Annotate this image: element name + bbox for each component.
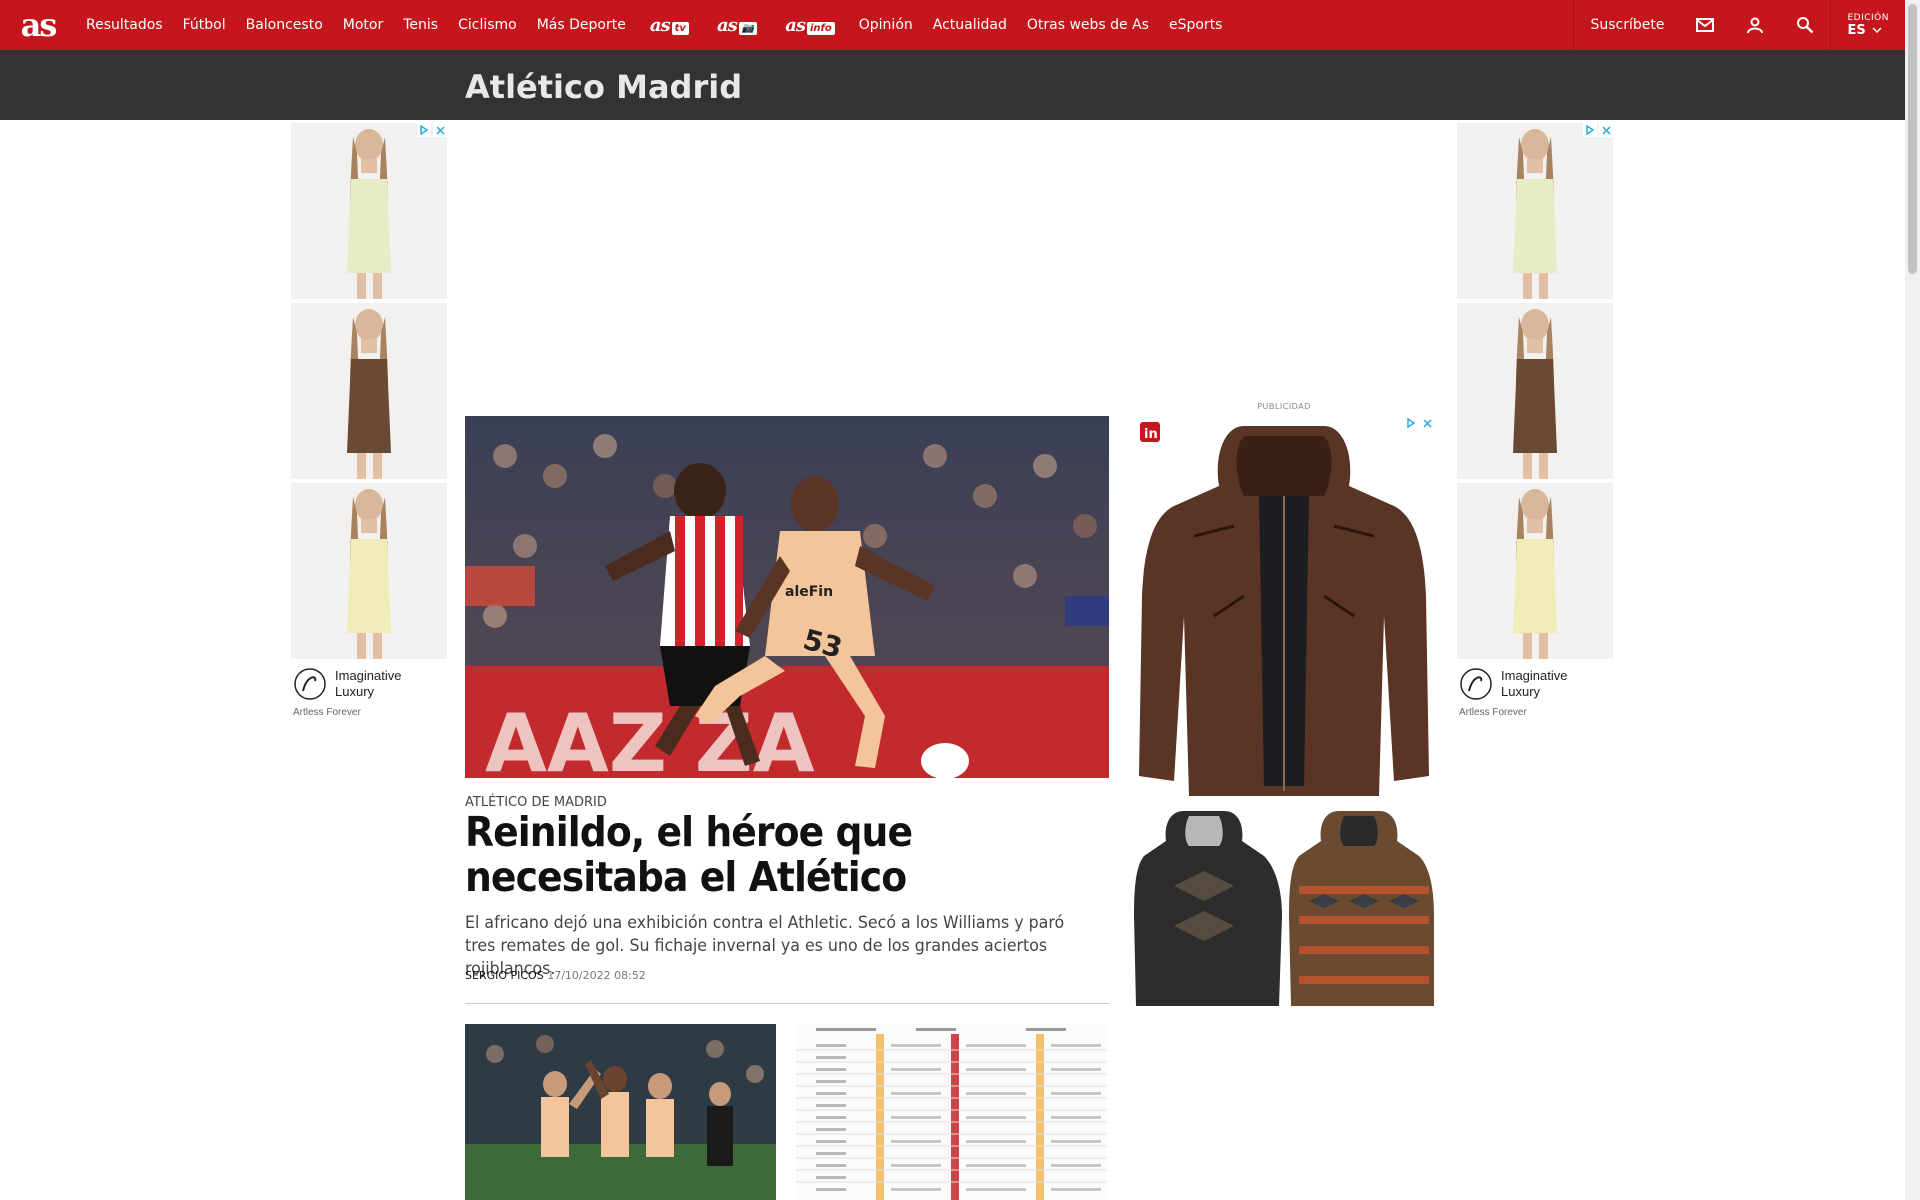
- svg-text:in: in: [1144, 427, 1158, 442]
- chevron-down-icon: [1872, 27, 1882, 33]
- ad-brand-name-line1: Imaginative: [335, 668, 402, 683]
- article-time: 08:52: [614, 969, 646, 982]
- top-navigation-bar: as Resultados Fútbol Baloncesto Motor Te…: [0, 0, 1905, 50]
- nav-item-ciclismo[interactable]: Ciclismo: [448, 17, 527, 33]
- nav-item-as-photo[interactable]: as 📷: [703, 15, 771, 36]
- nav-item-motor[interactable]: Motor: [333, 17, 393, 33]
- ad-brand[interactable]: Imaginative Luxury: [291, 663, 447, 701]
- nav-menu: Resultados Fútbol Baloncesto Motor Tenis…: [76, 0, 1232, 50]
- ad-dress-photo-1[interactable]: [1457, 123, 1613, 299]
- nav-item-actualidad[interactable]: Actualidad: [923, 17, 1017, 33]
- nav-item-esports[interactable]: eSports: [1159, 17, 1233, 33]
- ad-brand-name: Imaginative Luxury: [1501, 668, 1567, 700]
- close-icon[interactable]: [1599, 123, 1613, 137]
- ad-brand[interactable]: Imaginative Luxury: [1457, 663, 1613, 701]
- nav-item-resultados[interactable]: Resultados: [76, 17, 173, 33]
- as-logo[interactable]: as: [0, 0, 76, 50]
- nav-item-baloncesto[interactable]: Baloncesto: [236, 17, 333, 33]
- article-headline[interactable]: Reinildo, el héroe que necesitaba el Atl…: [465, 810, 1063, 900]
- nav-item-as-tv[interactable]: as tv: [636, 15, 703, 36]
- subscribe-button[interactable]: Suscríbete: [1573, 0, 1680, 50]
- ad-brand-name-line2: Luxury: [335, 684, 375, 699]
- close-icon[interactable]: [1420, 416, 1434, 430]
- left-side-ad[interactable]: Imaginative Luxury Artless Forever: [291, 123, 447, 723]
- related-article-photo-1[interactable]: [465, 1024, 776, 1200]
- page-scrollbar[interactable]: [1905, 0, 1920, 1200]
- ad-dress-photo-1[interactable]: [291, 123, 447, 299]
- ad-label: PUBLICIDAD: [1257, 402, 1311, 411]
- ad-dress-photo-3[interactable]: [291, 483, 447, 659]
- ad-badges: [1583, 123, 1613, 137]
- article-date: 17/10/2022: [547, 969, 611, 982]
- nav-item-as-info[interactable]: as info: [771, 15, 849, 36]
- nav-item-tenis[interactable]: Tenis: [393, 17, 448, 33]
- svg-text:aleFin: aleFin: [785, 584, 833, 600]
- article-author[interactable]: SERGIO PICOS: [465, 969, 544, 982]
- as-tv-tag: tv: [671, 21, 689, 35]
- nav-item-futbol[interactable]: Fútbol: [173, 17, 236, 33]
- brand-logo-icon: [294, 668, 326, 700]
- ad-subtitle: Artless Forever: [293, 707, 361, 718]
- as-tv-logo-text: as: [649, 14, 671, 36]
- camera-icon: 📷: [738, 21, 758, 35]
- ad-dress-photo-2[interactable]: [291, 303, 447, 479]
- adchoices-icon[interactable]: [417, 123, 431, 137]
- nav-right-controls: Suscríbete EDICIÓN ES: [1573, 0, 1905, 50]
- article-divider: [465, 1003, 1109, 1004]
- scrollbar-thumb[interactable]: [1908, 4, 1917, 274]
- right-side-ad[interactable]: Imaginative Luxury Artless Forever: [1457, 123, 1613, 723]
- nav-item-mas-deporte[interactable]: Más Deporte: [527, 17, 636, 33]
- nav-item-otras-webs[interactable]: Otras webs de As: [1017, 17, 1159, 33]
- section-header-bar: Atlético Madrid: [0, 50, 1905, 120]
- ad-dress-photo-2[interactable]: [1457, 303, 1613, 479]
- ad-brand-name: Imaginative Luxury: [335, 668, 401, 700]
- article-hero-photo[interactable]: AAZ ZA aleFin 53: [465, 416, 1109, 778]
- edition-label: EDICIÓN: [1847, 12, 1889, 23]
- as-info-logo-text: as: [785, 14, 806, 36]
- ad-dress-photo-3[interactable]: [1457, 483, 1613, 659]
- svg-text:AAZ ZA: AAZ ZA: [485, 697, 815, 778]
- close-icon[interactable]: [433, 123, 447, 137]
- brand-logo-icon: [1460, 668, 1492, 700]
- ad-brand-name-line1: Imaginative: [1501, 668, 1568, 683]
- search-icon[interactable]: [1780, 0, 1830, 50]
- edition-value: ES: [1847, 23, 1889, 38]
- edition-selector[interactable]: EDICIÓN ES: [1830, 0, 1905, 50]
- edition-code: ES: [1847, 22, 1866, 38]
- adchoices-icon[interactable]: [1404, 416, 1418, 430]
- article-byline: SERGIO PICOS 17/10/2022 08:52: [465, 969, 646, 982]
- ad-badges: [1404, 416, 1434, 430]
- ad-badges: [417, 123, 447, 137]
- adchoices-icon[interactable]: [1583, 123, 1597, 137]
- as-info-tag: info: [806, 21, 835, 35]
- as-photo-logo-text: as: [716, 14, 738, 36]
- mail-icon[interactable]: [1680, 0, 1730, 50]
- related-article-standings-table[interactable]: [796, 1024, 1107, 1200]
- user-icon[interactable]: [1730, 0, 1780, 50]
- ad-brand-name-line2: Luxury: [1501, 684, 1541, 699]
- jacket-ad[interactable]: in: [1134, 416, 1434, 1016]
- nav-item-opinion[interactable]: Opinión: [849, 17, 923, 33]
- ad-subtitle: Artless Forever: [1459, 707, 1527, 718]
- section-title[interactable]: Atlético Madrid: [465, 68, 742, 106]
